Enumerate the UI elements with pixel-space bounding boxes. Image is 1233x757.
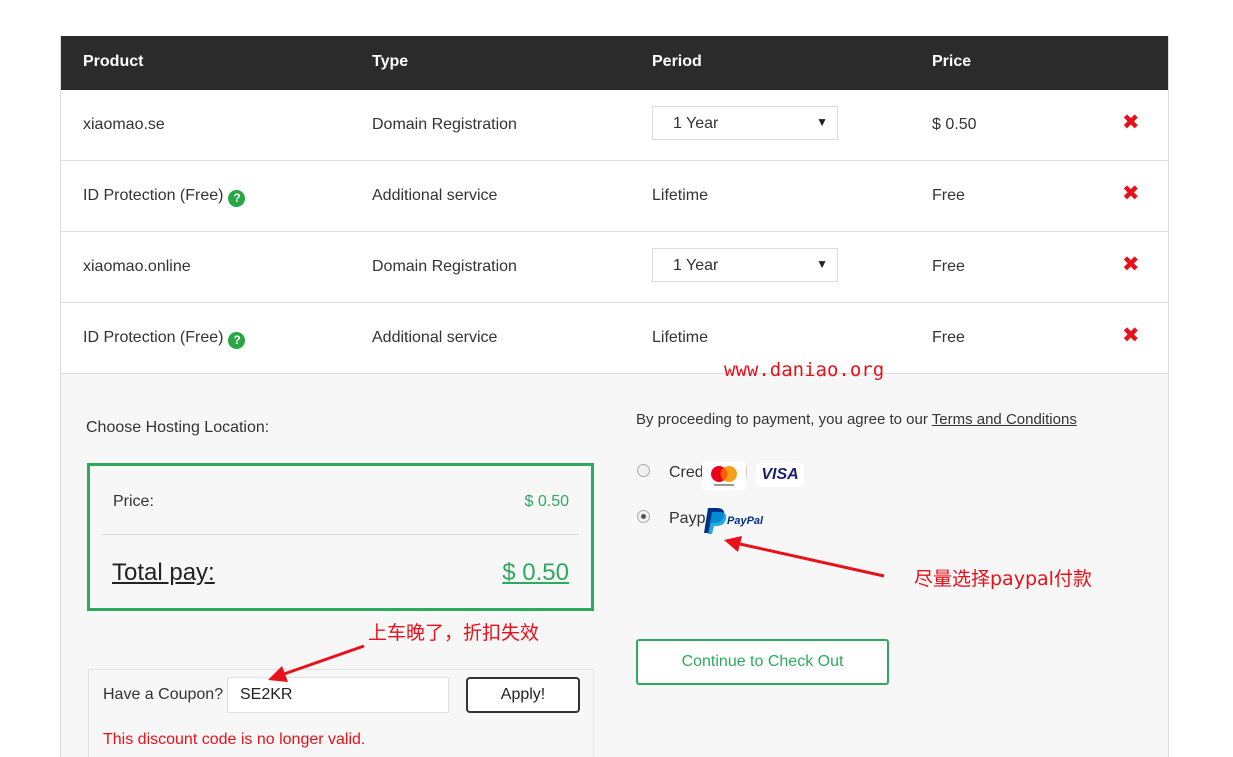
coupon-arrow-head [268,666,288,682]
annotation-arrows [268,536,885,682]
coupon-arrow [283,644,365,676]
paypal-arrow [739,542,885,578]
paypal-arrow-head [724,536,742,552]
